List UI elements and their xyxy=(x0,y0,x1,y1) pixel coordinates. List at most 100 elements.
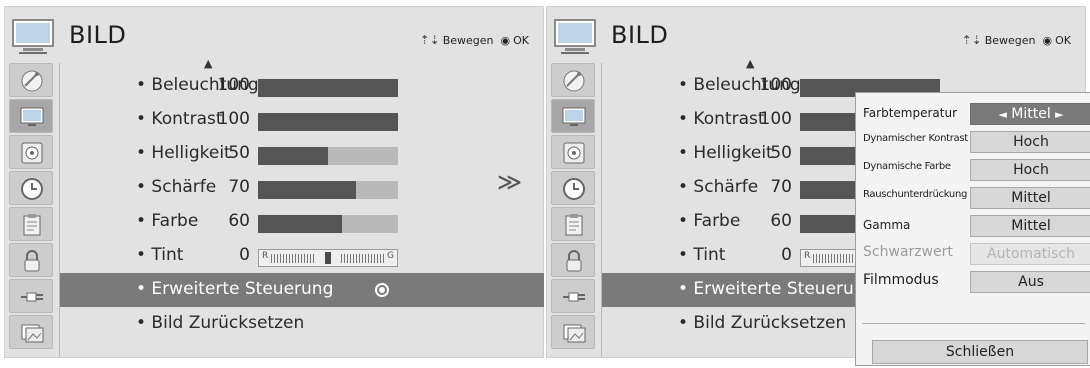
hint-ok-label: OK xyxy=(1055,33,1071,47)
selector-value: Mittel xyxy=(1011,106,1051,122)
dynamic-contrast-value[interactable]: Hoch xyxy=(970,131,1090,153)
arrow-right-icon[interactable]: ► xyxy=(1055,108,1063,121)
submenu-row-film-mode[interactable]: Filmmodus Aus xyxy=(856,269,1090,295)
sidebar-item-picture[interactable] xyxy=(9,99,53,133)
item-label: • Erweiterte Steuerung xyxy=(678,279,876,299)
sidebar-item-time[interactable] xyxy=(9,171,53,205)
item-value: 60 xyxy=(770,211,792,231)
item-value: 0 xyxy=(781,245,792,265)
color-temperature-selector[interactable]: ◄ Mittel ► xyxy=(970,103,1090,125)
tint-ticks xyxy=(813,254,857,263)
item-value: 100 xyxy=(217,109,250,129)
list-item-backlight[interactable]: • Beleuchtung. 100 xyxy=(60,69,544,103)
film-mode-value[interactable]: Aus xyxy=(970,271,1090,293)
item-value: 50 xyxy=(228,143,250,163)
picture-icon xyxy=(20,107,44,126)
close-button[interactable]: Schließen xyxy=(872,340,1088,364)
item-label: • Bild Zurücksetzen xyxy=(678,313,847,333)
picture-icon xyxy=(562,107,586,126)
dynamic-color-value[interactable]: Hoch xyxy=(970,159,1090,181)
navigation-hint: ⇡⇣ Bewegen ◉ OK xyxy=(962,33,1071,47)
sidebar-item-audio[interactable] xyxy=(551,135,595,169)
ok-button-icon: ◉ xyxy=(1042,33,1053,47)
row-label: Dynamische Farbe xyxy=(863,161,951,172)
submenu-row-gamma[interactable]: Gamma Mittel xyxy=(856,213,1090,239)
row-label: Filmmodus xyxy=(863,272,939,288)
sidebar-item-satellite[interactable] xyxy=(9,63,53,97)
submenu-row-color-temperature[interactable]: Farbtemperatur ◄ Mittel ► xyxy=(856,101,1090,127)
menu-header: BILD ⇡⇣ Bewegen ◉ OK xyxy=(5,7,543,63)
menu-title: BILD xyxy=(69,21,127,49)
sidebar-item-picture[interactable] xyxy=(551,99,595,133)
tv-icon xyxy=(12,19,54,54)
list-item-color[interactable]: • Farbe 60 xyxy=(60,205,544,239)
noise-reduction-value[interactable]: Mittel xyxy=(970,187,1090,209)
contrast-slider[interactable] xyxy=(258,113,398,131)
item-label: • Farbe xyxy=(678,211,741,231)
list-item-tint[interactable]: • Tint 0 R G xyxy=(60,239,544,273)
sidebar-item-media[interactable] xyxy=(551,315,595,349)
submenu-row-noise-reduction[interactable]: Rauschunterdrückung Mittel xyxy=(856,185,1090,211)
sidebar-item-time[interactable] xyxy=(551,171,595,205)
clock-icon xyxy=(21,178,43,200)
category-sidebar xyxy=(547,63,601,357)
hint-move-label: Bewegen xyxy=(442,33,494,47)
lock-icon xyxy=(566,250,582,272)
sidebar-item-audio[interactable] xyxy=(9,135,53,169)
slider-fill xyxy=(258,215,342,233)
move-arrows-icon: ⇡⇣ xyxy=(961,33,982,47)
ok-button-icon: ◉ xyxy=(500,33,511,47)
picture-menu-panel: BILD ⇡⇣ Bewegen ◉ OK ▲ • Beleuchtung. 10… xyxy=(4,6,544,358)
sidebar-item-lock[interactable] xyxy=(9,243,53,277)
menu-title: BILD xyxy=(611,21,669,49)
hint-ok-label: OK xyxy=(513,33,529,47)
category-sidebar xyxy=(5,63,59,357)
tint-marker xyxy=(325,252,331,264)
clipboard-icon xyxy=(565,214,583,236)
tint-red-label: R xyxy=(804,251,811,261)
satellite-dish-icon xyxy=(21,70,43,92)
item-value: 100 xyxy=(759,75,792,95)
gamma-value[interactable]: Mittel xyxy=(970,215,1090,237)
list-item-brightness[interactable]: • Helligkeit 50 xyxy=(60,137,544,171)
picture-settings-list: ▲ • Beleuchtung. 100 • Kontrast 100 • He… xyxy=(59,57,544,357)
item-label: • Erweiterte Steuerung xyxy=(136,279,334,299)
sidebar-item-satellite[interactable] xyxy=(551,63,595,97)
sidebar-item-input[interactable] xyxy=(9,279,53,313)
speaker-icon xyxy=(21,142,43,164)
tv-icon xyxy=(554,19,596,54)
divider xyxy=(862,323,1085,324)
item-value: 100 xyxy=(217,75,250,95)
row-label: Gamma xyxy=(863,218,911,232)
next-step-arrow: ≫ xyxy=(497,168,523,196)
slider-fill xyxy=(258,181,356,199)
submenu-row-black-level: Schwarzwert Automatisch xyxy=(856,241,1090,267)
lock-icon xyxy=(24,250,40,272)
hint-move-label: Bewegen xyxy=(984,33,1036,47)
color-slider[interactable] xyxy=(258,215,398,233)
list-item-picture-reset[interactable]: • Bild Zurücksetzen xyxy=(60,307,544,341)
sidebar-item-input[interactable] xyxy=(551,279,595,313)
ok-select-icon xyxy=(375,283,389,297)
list-item-advanced-control[interactable]: • Erweiterte Steuerung xyxy=(60,273,544,307)
navigation-hint: ⇡⇣ Bewegen ◉ OK xyxy=(420,33,529,47)
tint-slider[interactable]: R G xyxy=(258,249,398,267)
sidebar-item-options[interactable] xyxy=(551,207,595,241)
list-item-contrast[interactable]: • Kontrast 100 xyxy=(60,103,544,137)
list-item-sharpness[interactable]: • Schärfe 70 xyxy=(60,171,544,205)
sharpness-slider[interactable] xyxy=(258,181,398,199)
row-label: Rauschunterdrückung xyxy=(863,189,968,200)
backlight-slider[interactable] xyxy=(258,79,398,97)
arrow-left-icon[interactable]: ◄ xyxy=(998,108,1006,121)
submenu-row-dynamic-contrast[interactable]: Dynamischer Kontrast Hoch xyxy=(856,129,1090,155)
submenu-row-dynamic-color[interactable]: Dynamische Farbe Hoch xyxy=(856,157,1090,183)
row-label: Dynamischer Kontrast xyxy=(863,133,968,144)
brightness-slider[interactable] xyxy=(258,147,398,165)
item-value: 100 xyxy=(759,109,792,129)
tint-green-label: G xyxy=(387,251,394,261)
sidebar-item-lock[interactable] xyxy=(551,243,595,277)
sidebar-item-media[interactable] xyxy=(9,315,53,349)
item-label: • Bild Zurücksetzen xyxy=(136,313,305,333)
sidebar-item-options[interactable] xyxy=(9,207,53,241)
advanced-control-submenu: Farbtemperatur ◄ Mittel ► Dynamischer Ko… xyxy=(855,92,1090,366)
